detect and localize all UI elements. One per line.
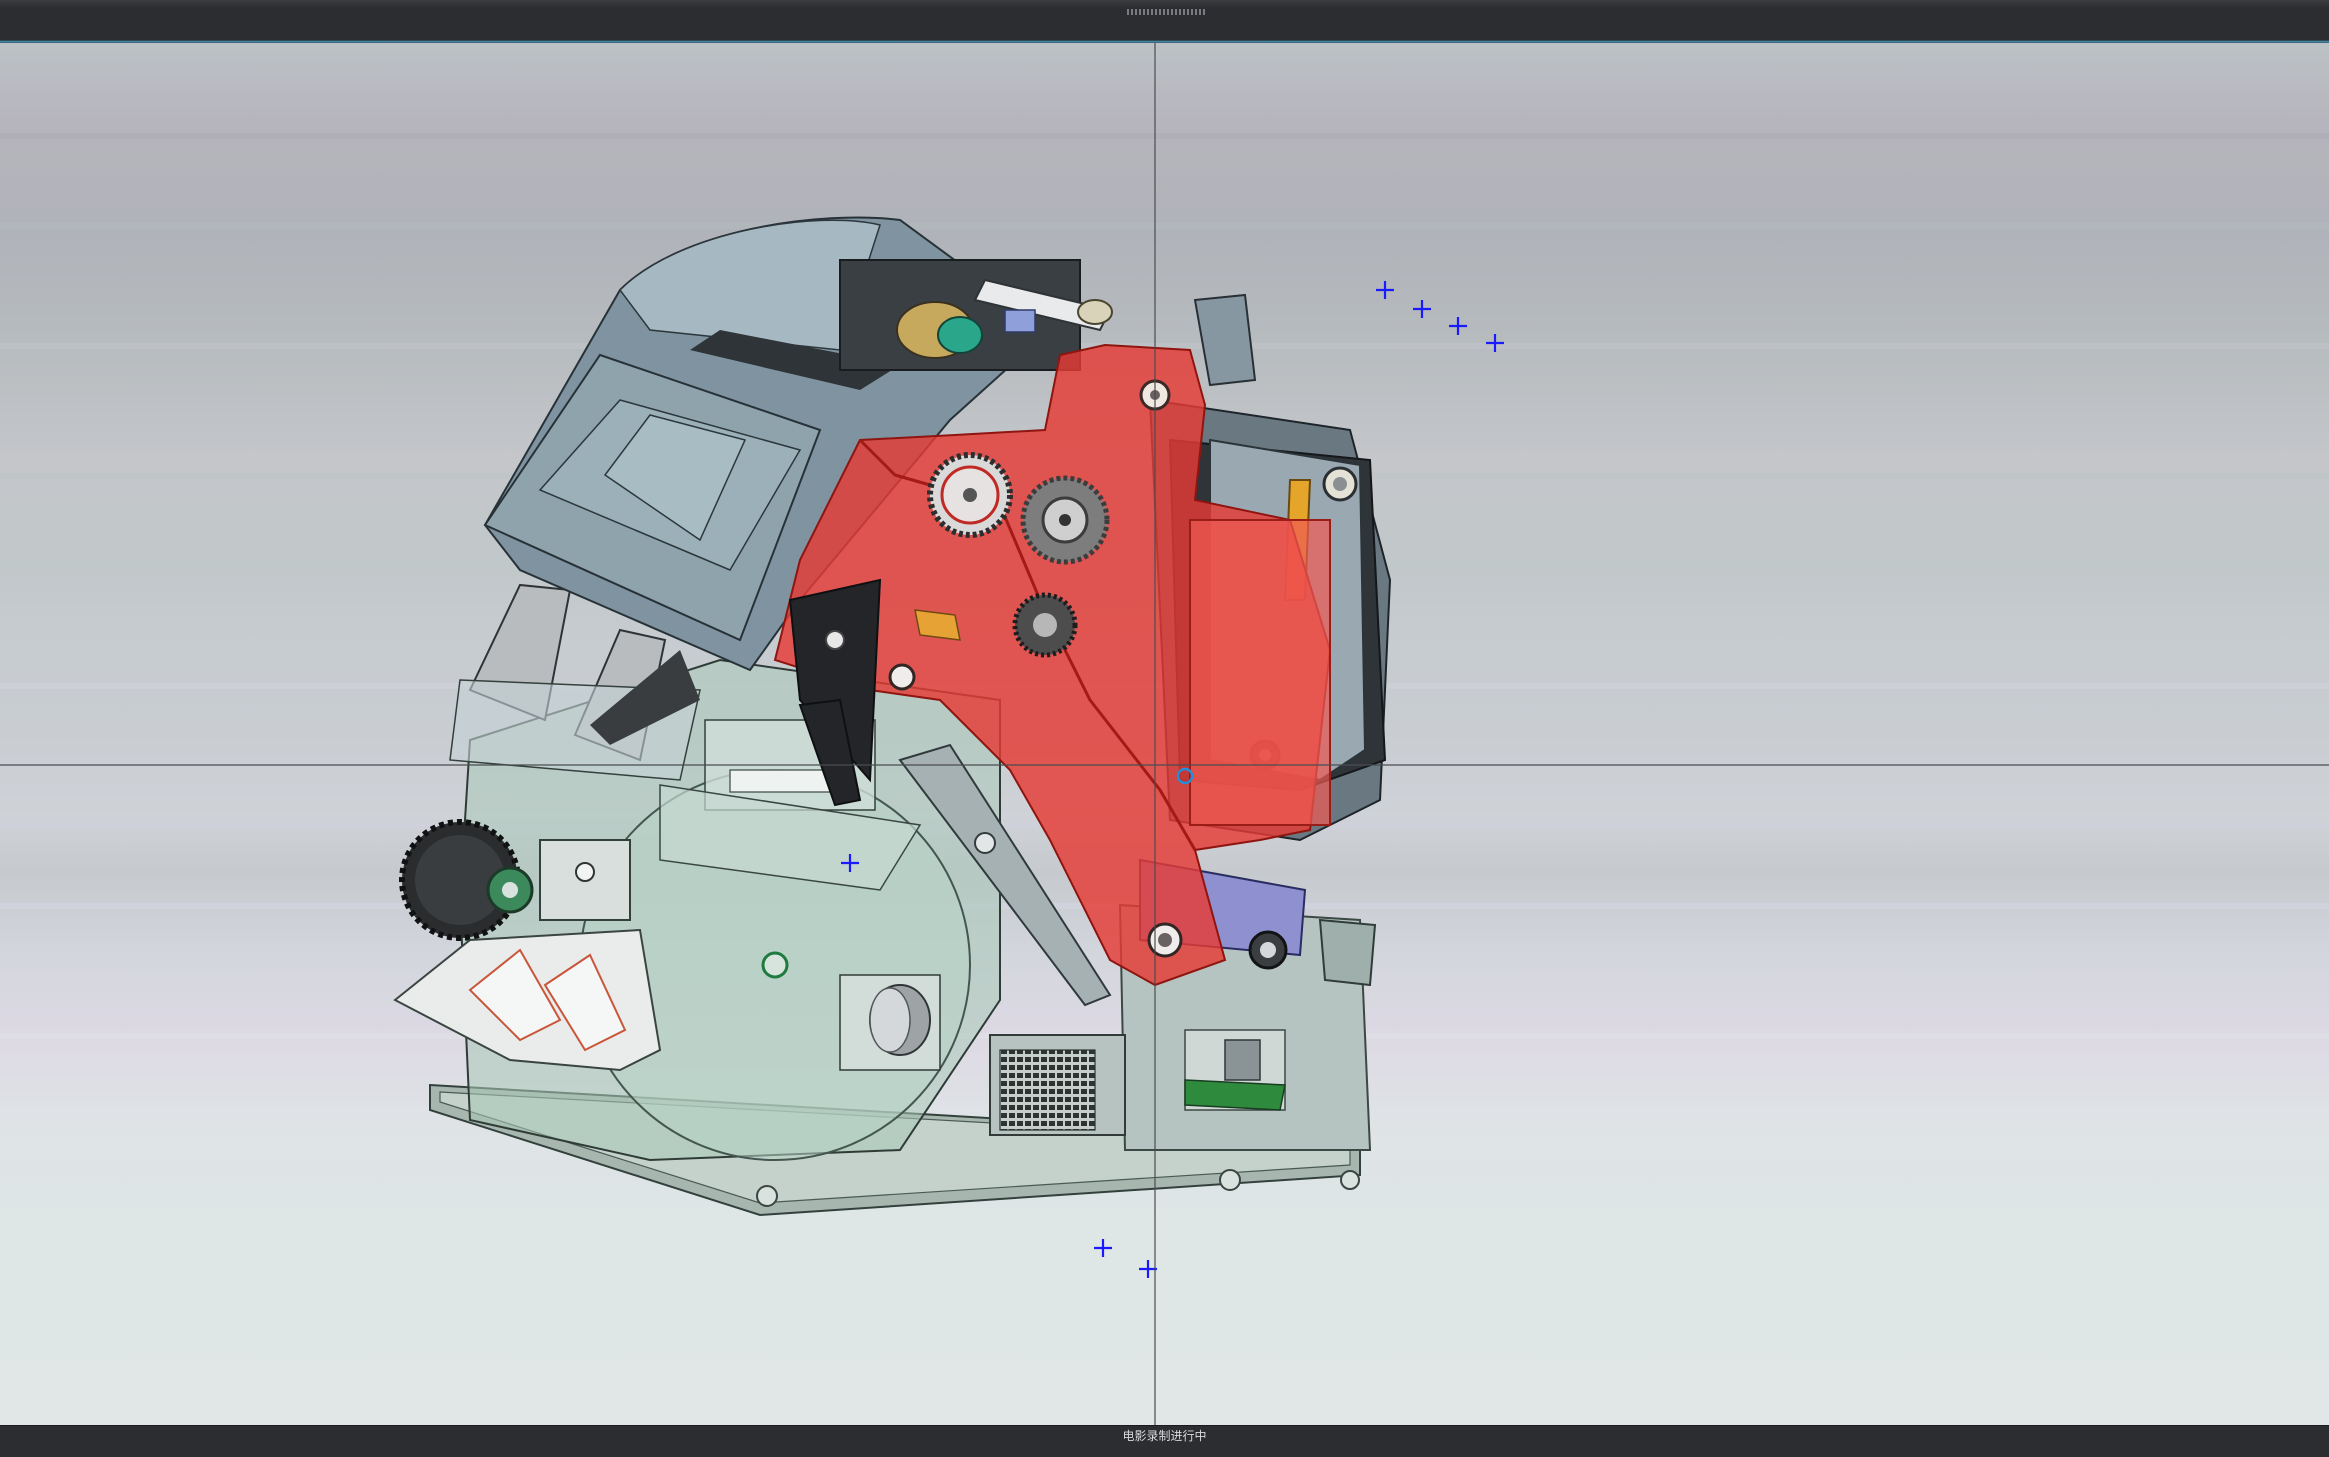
blue-plus-marker	[1449, 317, 1467, 335]
model-canvas[interactable]	[0, 43, 2329, 1425]
cad-app-window: 电影录制进行中	[0, 0, 2329, 1457]
3d-viewport[interactable]	[0, 43, 2329, 1425]
recording-status-text: 电影录制进行中	[1122, 1429, 1207, 1443]
blue-plus-marker	[1139, 1260, 1157, 1278]
blue-plus-marker	[1094, 1239, 1112, 1257]
title-bar[interactable]	[0, 0, 2329, 43]
status-bar: 电影录制进行中	[0, 1425, 2329, 1457]
drag-grip-icon[interactable]	[1127, 9, 1205, 15]
blue-plus-marker	[1376, 281, 1394, 299]
blue-plus-marker	[1486, 334, 1504, 352]
blue-plus-marker	[1413, 300, 1431, 318]
